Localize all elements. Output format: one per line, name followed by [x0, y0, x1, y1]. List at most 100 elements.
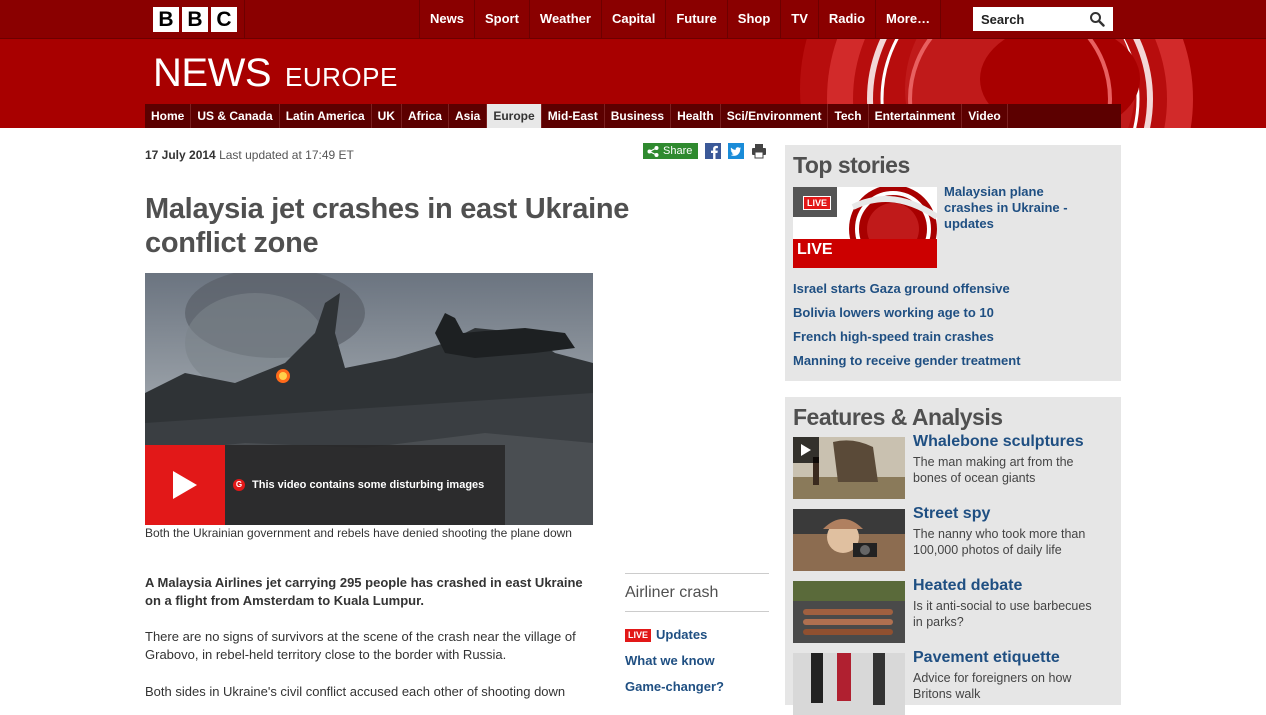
- features-panel: Features & Analysis Whalebone sculptures…: [785, 397, 1121, 715]
- guidance-badge: G: [233, 479, 245, 491]
- top-story-item[interactable]: Manning to receive gender treatment: [793, 352, 1021, 376]
- section-nav-tech[interactable]: Tech: [828, 104, 869, 128]
- global-nav-radio[interactable]: Radio: [817, 0, 875, 39]
- feature-description: The nanny who took more than 100,000 pho…: [913, 527, 1086, 557]
- section-nav-latin-america[interactable]: Latin America: [280, 104, 372, 128]
- feature-item[interactable]: Heated debate Is it anti-social to use b…: [793, 577, 1113, 643]
- feature-thumbnail: [793, 581, 905, 643]
- feature-title: Heated debate: [913, 577, 1023, 594]
- feature-title: Pavement etiquette: [913, 649, 1060, 666]
- search-icon[interactable]: [1089, 11, 1105, 27]
- live-badge: LIVE: [803, 196, 832, 210]
- related-link-what-we-know[interactable]: What we know: [625, 648, 769, 674]
- top-stories-list: Israel starts Gaza ground offensive Boli…: [793, 280, 1021, 376]
- section-nav-asia[interactable]: Asia: [449, 104, 488, 128]
- article-headline: Malaysia jet crashes in east Ukraine con…: [145, 193, 630, 259]
- global-nav-weather[interactable]: Weather: [528, 0, 601, 39]
- section-nav-uk[interactable]: UK: [372, 104, 402, 128]
- top-stories-title: Top stories: [793, 152, 910, 178]
- twitter-icon[interactable]: [728, 143, 745, 159]
- feature-item[interactable]: Street spy The nanny who took more than …: [793, 505, 1113, 571]
- feature-description: The man making art from the bones of oce…: [913, 455, 1074, 485]
- article-dateline: 17 July 2014 Last updated at 17:49 ET: [145, 148, 354, 162]
- top-stories-panel: Top stories LIVE LIVE Malaysian plane cr…: [785, 145, 1121, 381]
- top-story-lead-link[interactable]: Malaysian plane crashes in Ukraine - upd…: [944, 184, 1084, 232]
- news-wordmark: NEWS: [153, 51, 272, 95]
- bbc-logo[interactable]: B B C: [153, 7, 237, 32]
- global-nav-tv[interactable]: TV: [780, 0, 818, 39]
- article-video[interactable]: G This video contains some disturbing im…: [145, 273, 593, 525]
- section-nav-europe[interactable]: Europe: [487, 104, 542, 128]
- feature-item[interactable]: Whalebone sculptures The man making art …: [793, 433, 1113, 499]
- region-title: EUROPE: [285, 62, 398, 92]
- video-play-button[interactable]: [145, 445, 225, 525]
- top-story-item[interactable]: Bolivia lowers working age to 10: [793, 304, 1021, 328]
- section-nav-sci-environment[interactable]: Sci/Environment: [721, 104, 829, 128]
- divider: [625, 611, 769, 612]
- feature-title: Whalebone sculptures: [913, 433, 1084, 450]
- share-button[interactable]: Share: [643, 143, 699, 159]
- feature-item[interactable]: Pavement etiquette Advice for foreigners…: [793, 649, 1113, 715]
- share-label: Share: [663, 145, 693, 157]
- search-box: [973, 7, 1113, 31]
- global-nav-sport[interactable]: Sport: [473, 0, 529, 39]
- bbc-logo-letter-b2: B: [182, 7, 208, 32]
- section-nav-business[interactable]: Business: [605, 104, 672, 128]
- live-banner-text: LIVE: [797, 241, 833, 258]
- logo-divider: [244, 0, 245, 39]
- feature-title: Street spy: [913, 505, 991, 522]
- global-nav-capital[interactable]: Capital: [600, 0, 665, 39]
- global-nav-news[interactable]: News: [419, 0, 474, 39]
- share-tools: Share: [643, 143, 767, 159]
- top-story-item[interactable]: French high-speed train crashes: [793, 328, 1021, 352]
- related-link-label: Updates: [656, 627, 708, 642]
- top-story-item[interactable]: Israel starts Gaza ground offensive: [793, 280, 1021, 304]
- top-story-lead-image[interactable]: LIVE LIVE: [793, 187, 937, 268]
- divider: [625, 573, 769, 574]
- global-nav-more[interactable]: More…: [875, 0, 942, 39]
- feature-description: Advice for foreigners on how Britons wal…: [913, 671, 1072, 701]
- play-icon: [173, 471, 197, 499]
- video-warning-text: This video contains some disturbing imag…: [252, 479, 485, 491]
- bbc-logo-letter-c: C: [211, 7, 237, 32]
- bbc-logo-letter-b1: B: [153, 7, 179, 32]
- feature-thumbnail: [793, 509, 905, 571]
- bbc-global-bar: B B C News Sport Weather Capital Future …: [0, 0, 1266, 39]
- article-date: 17 July 2014: [145, 148, 216, 162]
- article-updated: Last updated at 17:49 ET: [219, 148, 354, 162]
- share-icon: [647, 145, 659, 157]
- print-icon[interactable]: [751, 143, 767, 159]
- global-nav-future[interactable]: Future: [665, 0, 726, 39]
- news-masthead: NEWS EUROPE Home US & Canada Latin Ameri…: [0, 39, 1266, 128]
- search-input[interactable]: [973, 7, 1083, 31]
- section-nav-home[interactable]: Home: [145, 104, 192, 128]
- section-nav-mid-east[interactable]: Mid-East: [542, 104, 605, 128]
- article-paragraph: Both sides in Ukraine's civil conflict a…: [145, 684, 566, 699]
- related-link-label: Game-changer?: [625, 679, 724, 694]
- related-link-game-changer[interactable]: Game-changer?: [625, 674, 769, 700]
- section-nav-video[interactable]: Video: [962, 104, 1008, 128]
- related-links-box: Airliner crash LIVE Updates What we know…: [625, 573, 769, 700]
- section-nav-africa[interactable]: Africa: [402, 104, 449, 128]
- section-nav-health[interactable]: Health: [671, 104, 721, 128]
- feature-thumbnail: [793, 437, 905, 499]
- video-warning: G This video contains some disturbing im…: [225, 445, 505, 525]
- related-link-updates[interactable]: LIVE Updates: [625, 622, 769, 648]
- video-icon: [793, 437, 819, 463]
- feature-description: Is it anti-social to use barbecues in pa…: [913, 599, 1092, 629]
- live-badge: LIVE: [625, 628, 652, 642]
- global-nav-shop[interactable]: Shop: [726, 0, 781, 39]
- features-title: Features & Analysis: [793, 404, 1003, 430]
- news-brand[interactable]: NEWS EUROPE: [153, 51, 398, 96]
- article-intro: A Malaysia Airlines jet carrying 295 peo…: [145, 575, 583, 608]
- section-nav: Home US & Canada Latin America UK Africa…: [145, 104, 1121, 128]
- section-nav-entertainment[interactable]: Entertainment: [869, 104, 963, 128]
- related-link-label: What we know: [625, 653, 715, 668]
- facebook-icon[interactable]: [705, 143, 722, 159]
- global-nav: News Sport Weather Capital Future Shop T…: [419, 0, 942, 39]
- feature-thumbnail: [793, 653, 905, 715]
- article-paragraph: There are no signs of survivors at the s…: [145, 629, 576, 662]
- section-nav-us-canada[interactable]: US & Canada: [191, 104, 280, 128]
- video-caption: Both the Ukrainian government and rebels…: [145, 526, 572, 540]
- related-title: Airliner crash: [625, 584, 719, 601]
